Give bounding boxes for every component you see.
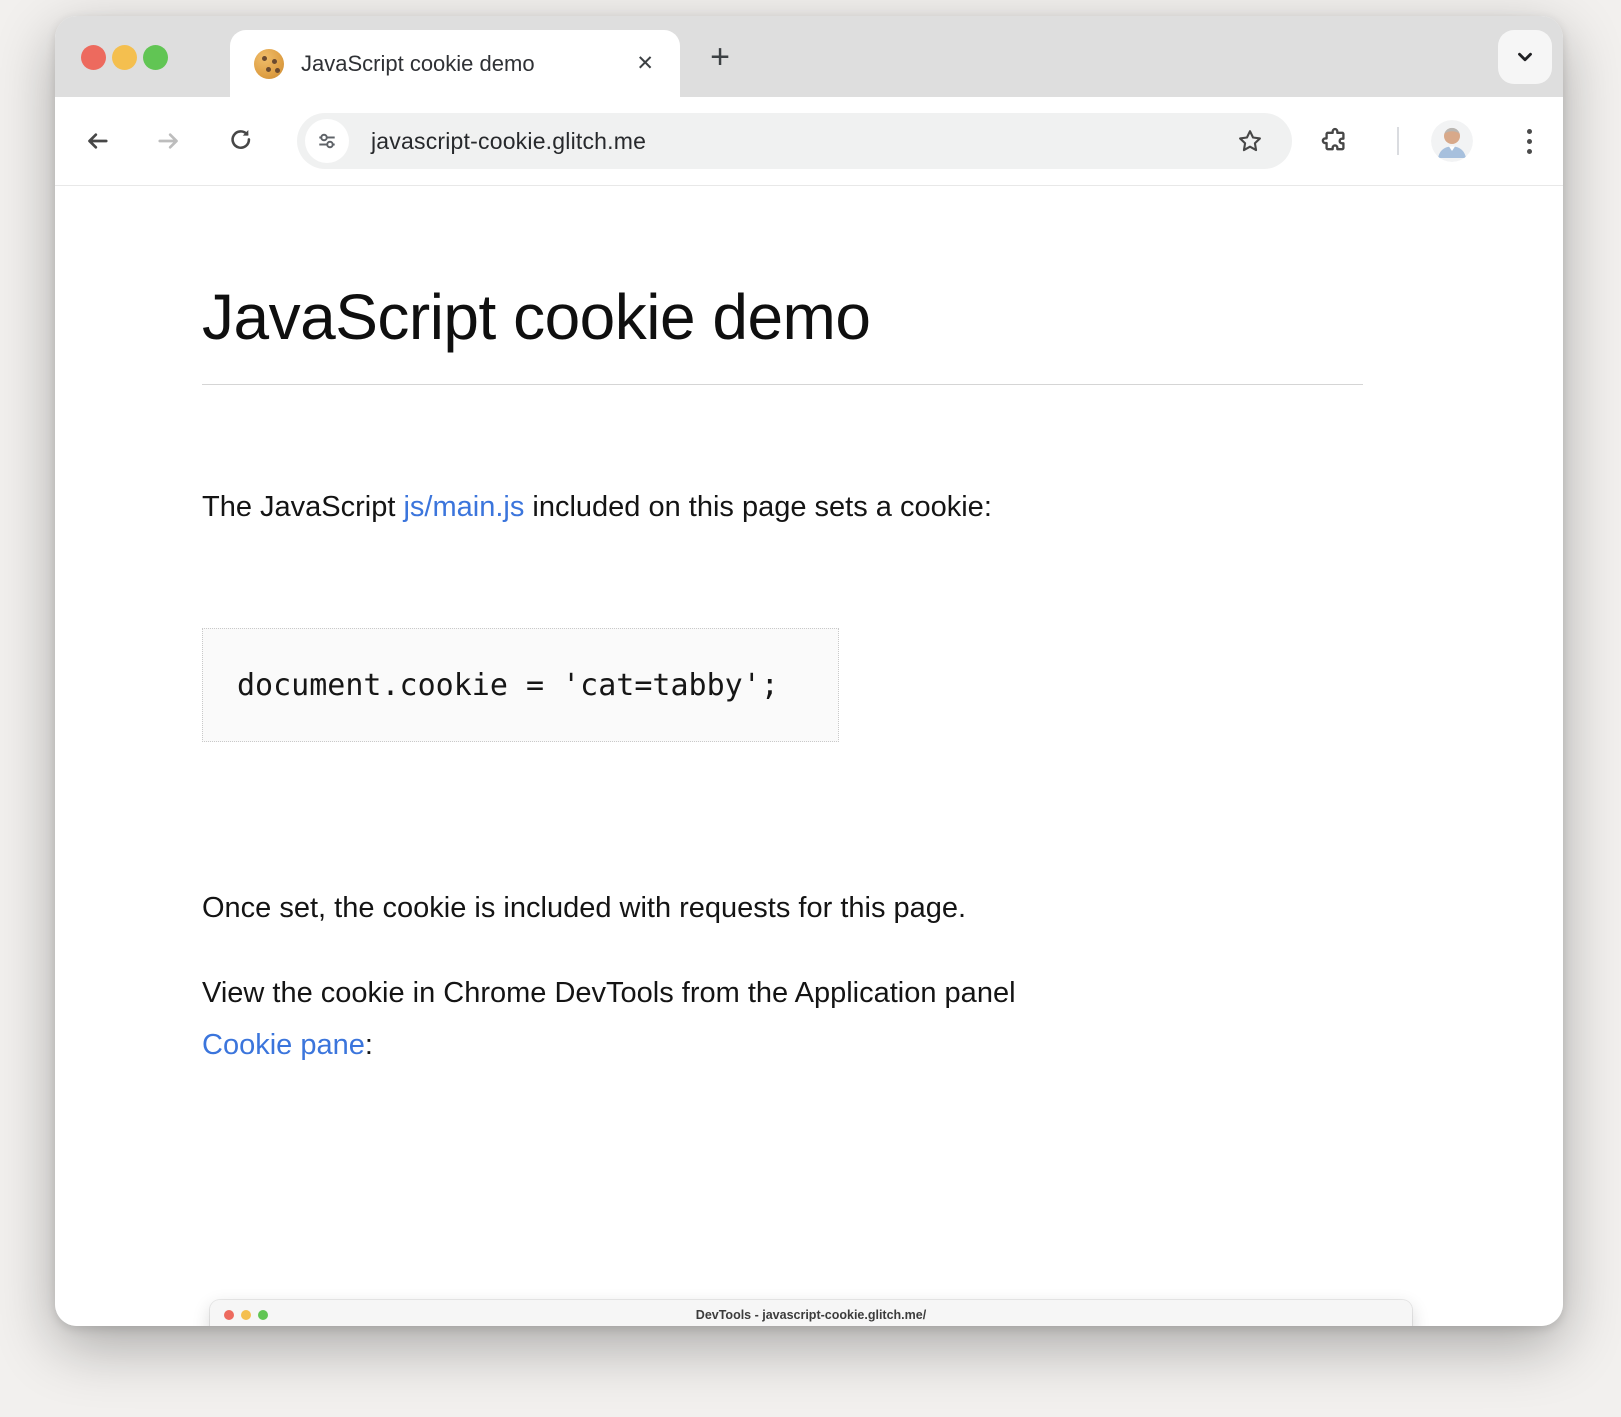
code-snippet: document.cookie = 'cat=tabby'; bbox=[203, 668, 779, 703]
profile-avatar[interactable] bbox=[1431, 120, 1473, 162]
tab-strip: JavaScript cookie demo ✕ + bbox=[55, 16, 1563, 97]
back-arrow-icon bbox=[82, 126, 112, 156]
close-tab-icon[interactable]: ✕ bbox=[632, 49, 658, 78]
tab-search-button[interactable] bbox=[1498, 30, 1552, 84]
bookmark-button[interactable] bbox=[1234, 125, 1266, 157]
page-title: JavaScript cookie demo bbox=[202, 284, 1363, 351]
view-cookie-paragraph: View the cookie in Chrome DevTools from … bbox=[202, 967, 1363, 1071]
js-main-link[interactable]: js/main.js bbox=[403, 491, 524, 523]
tab-title: JavaScript cookie demo bbox=[301, 51, 535, 77]
devtools-title: DevTools - javascript-cookie.glitch.me/ bbox=[696, 1308, 926, 1322]
forward-button[interactable] bbox=[147, 119, 191, 163]
intro-paragraph: The JavaScript js/main.js included on th… bbox=[202, 481, 1363, 533]
devtools-window-controls bbox=[224, 1310, 268, 1320]
address-bar[interactable]: javascript-cookie.glitch.me bbox=[297, 113, 1292, 169]
once-set-paragraph: Once set, the cookie is included with re… bbox=[202, 882, 1363, 934]
zoom-window-button[interactable] bbox=[143, 45, 168, 70]
browser-window: JavaScript cookie demo ✕ + bbox=[55, 16, 1563, 1326]
page-viewport: JavaScript cookie demo The JavaScript js… bbox=[55, 186, 1563, 1326]
toolbar-divider bbox=[1397, 127, 1399, 155]
url-text: javascript-cookie.glitch.me bbox=[371, 128, 646, 155]
new-tab-button[interactable]: + bbox=[700, 38, 740, 78]
browser-toolbar: javascript-cookie.glitch.me bbox=[55, 97, 1563, 186]
site-settings-button[interactable] bbox=[305, 119, 349, 163]
extensions-button[interactable] bbox=[1313, 119, 1357, 163]
back-button[interactable] bbox=[75, 119, 119, 163]
tune-icon bbox=[316, 130, 338, 152]
code-block: document.cookie = 'cat=tabby'; bbox=[202, 628, 839, 742]
devtools-screenshot: DevTools - javascript-cookie.glitch.me/ bbox=[210, 1300, 1412, 1326]
forward-arrow-icon bbox=[154, 126, 184, 156]
star-icon bbox=[1236, 127, 1264, 155]
heading-rule bbox=[202, 384, 1363, 385]
puzzle-icon bbox=[1321, 127, 1349, 155]
browser-menu-button[interactable] bbox=[1507, 119, 1551, 163]
cookie-pane-link[interactable]: Cookie pane bbox=[202, 1029, 365, 1061]
minimize-window-button[interactable] bbox=[112, 45, 137, 70]
cookie-favicon-icon bbox=[254, 49, 284, 79]
window-controls bbox=[81, 45, 168, 70]
browser-tab[interactable]: JavaScript cookie demo ✕ bbox=[230, 30, 680, 97]
chevron-down-icon bbox=[1514, 46, 1536, 68]
reload-icon bbox=[227, 127, 255, 155]
close-window-button[interactable] bbox=[81, 45, 106, 70]
devtools-titlebar: DevTools - javascript-cookie.glitch.me/ bbox=[210, 1300, 1412, 1326]
reload-button[interactable] bbox=[219, 119, 263, 163]
